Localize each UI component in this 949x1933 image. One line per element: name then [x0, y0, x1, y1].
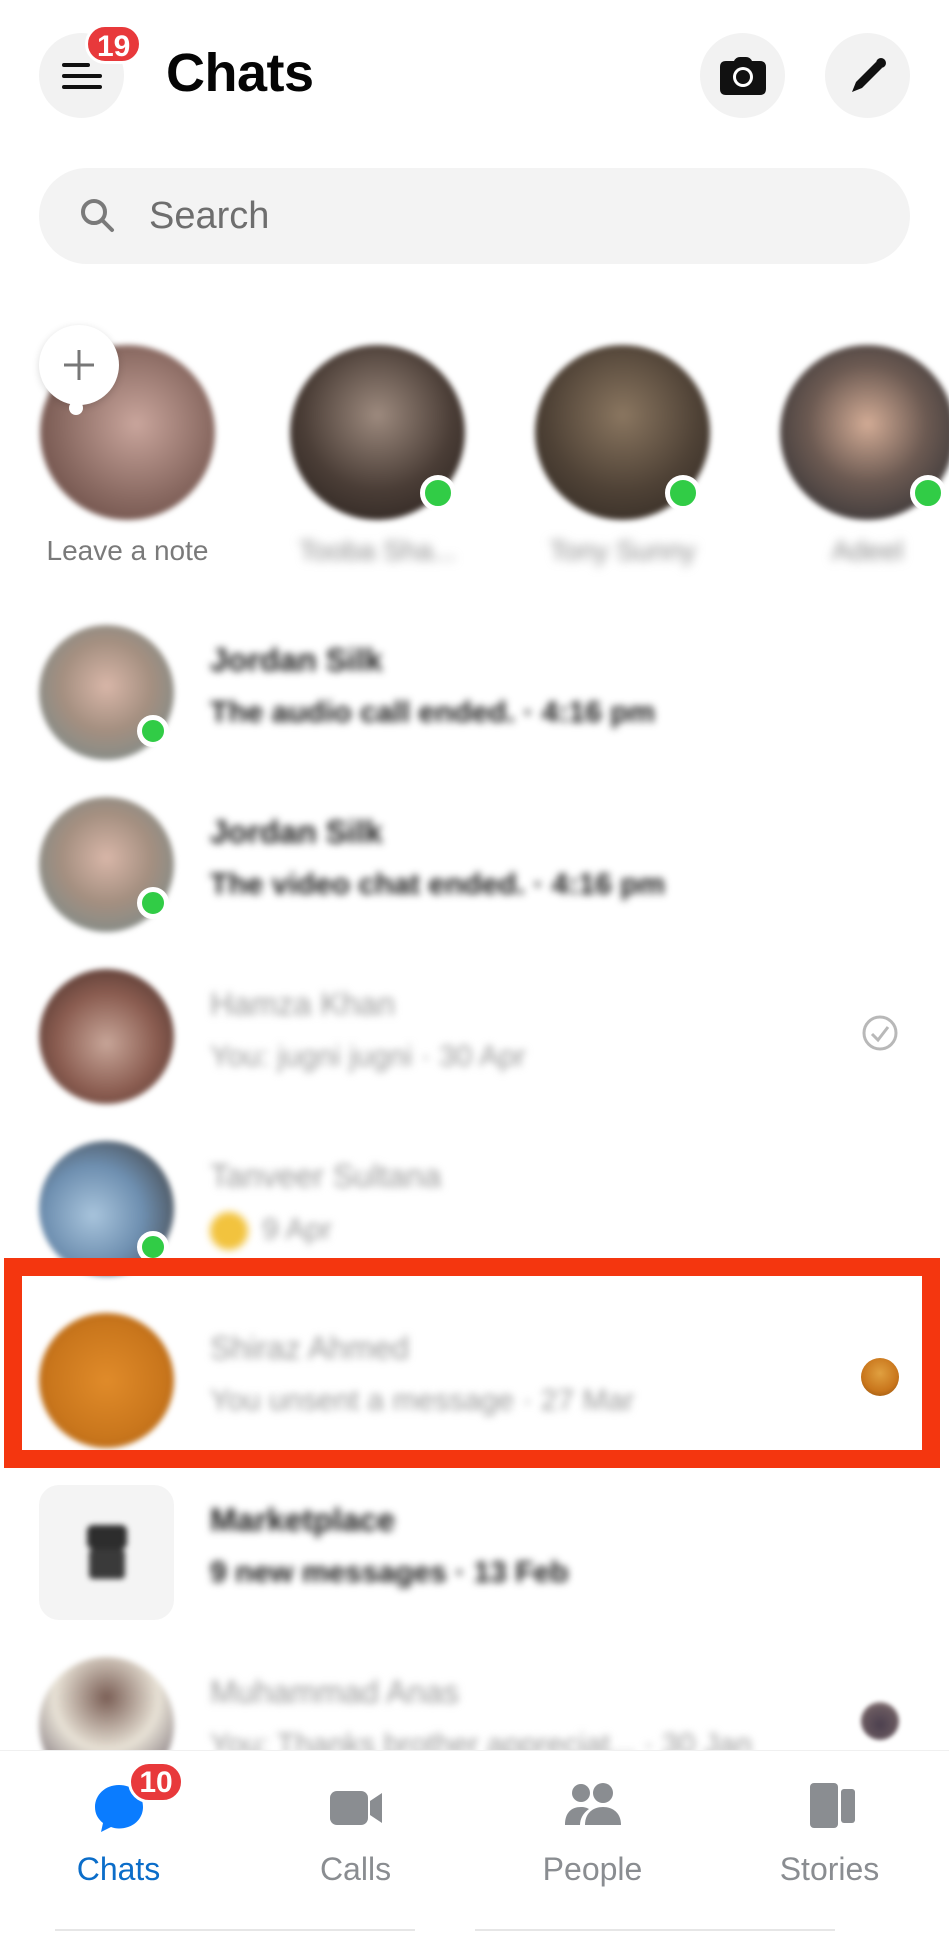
bottom-navigation: 10 Chats Calls People Stories: [0, 1750, 949, 1933]
hamburger-icon: [61, 62, 102, 89]
marketplace-avatar: [39, 1485, 174, 1620]
divider: [475, 1929, 835, 1931]
tab-label: Stories: [779, 1851, 880, 1887]
note-label: Tooba Sha...: [298, 535, 457, 566]
storefront-icon: [86, 1524, 127, 1579]
chat-name: Jordan Silk: [210, 814, 383, 850]
tab-label: Chats: [76, 1851, 161, 1887]
online-indicator: [420, 475, 456, 511]
note-label: Leave a note: [46, 535, 209, 566]
search-bar[interactable]: [39, 168, 910, 264]
chat-row[interactable]: Jordan Silk The video chat ended. · 4:16…: [0, 772, 949, 942]
chat-preview: 9 new messages · 13 Feb: [210, 1556, 569, 1589]
tab-calls[interactable]: Calls: [237, 1751, 474, 1901]
seen-avatar-icon: [861, 1358, 899, 1396]
people-icon: [564, 1783, 621, 1825]
seen-avatar-icon: [861, 1702, 899, 1740]
online-indicator: [137, 887, 169, 919]
chat-preview: You: jugni jugni · 30 Apr: [210, 1040, 526, 1073]
note-label: Adeel: [831, 535, 904, 566]
chat-row[interactable]: Tanveer Sultana 9 Apr: [0, 1116, 949, 1286]
chats-unread-badge: 10: [128, 1761, 184, 1803]
avatar: [39, 969, 174, 1104]
chat-row[interactable]: Jordan Silk The audio call ended. · 4:16…: [0, 600, 949, 770]
online-indicator: [137, 715, 169, 747]
online-indicator: [665, 475, 701, 511]
video-camera-icon: [329, 1791, 382, 1825]
chat-name: Muhammad Anas: [210, 1674, 460, 1710]
note-item[interactable]: Adeel: [780, 335, 949, 575]
camera-icon: [719, 56, 766, 95]
note-item[interactable]: Tony Sunny: [535, 335, 710, 575]
chat-row[interactable]: Hamza Khan You: jugni jugni · 30 Apr: [0, 944, 949, 1114]
note-label: Tony Sunny: [549, 535, 696, 566]
camera-button[interactable]: [700, 33, 785, 118]
chat-preview: The video chat ended. · 4:16 pm: [210, 868, 666, 901]
sent-check-icon: [862, 1015, 898, 1051]
chat-preview: 9 Apr: [210, 1212, 332, 1250]
online-indicator: [137, 1231, 169, 1263]
chat-preview-text: 9 Apr: [262, 1212, 333, 1246]
note-item[interactable]: Tooba Sha...: [290, 335, 465, 575]
chat-row-highlighted[interactable]: Shiraz Ahmed You unsent a message · 27 M…: [0, 1288, 949, 1458]
chat-row[interactable]: Marketplace 9 new messages · 13 Feb: [0, 1460, 949, 1630]
stories-icon: [809, 1783, 855, 1828]
chat-preview: You unsent a message · 27 Mar: [210, 1384, 635, 1417]
compose-button[interactable]: [825, 33, 910, 118]
chat-name: Shiraz Ahmed: [210, 1330, 410, 1366]
page-title: Chats: [166, 43, 314, 103]
pencil-icon: [851, 57, 886, 92]
avatar: [39, 1313, 174, 1448]
chat-name: Hamza Khan: [210, 986, 395, 1022]
search-input[interactable]: [149, 194, 849, 238]
chat-preview: The audio call ended. · 4:16 pm: [210, 696, 656, 729]
chat-name: Jordan Silk: [210, 642, 383, 678]
plus-icon: [64, 350, 94, 380]
search-icon: [81, 199, 114, 232]
tab-chats[interactable]: 10 Chats: [0, 1751, 237, 1901]
header: 19 Chats: [0, 0, 949, 150]
menu-notification-badge: 19: [85, 24, 143, 64]
chat-name: Tanveer Sultana: [210, 1158, 442, 1194]
tab-label: Calls: [319, 1851, 392, 1887]
notes-row: Leave a note Tooba Sha... Tony Sunny Ade…: [0, 335, 949, 575]
tab-label: People: [542, 1851, 643, 1887]
online-indicator: [910, 475, 946, 511]
emoji-icon: [210, 1212, 248, 1250]
chat-name: Marketplace: [210, 1502, 395, 1538]
add-note-button[interactable]: [39, 325, 119, 415]
tab-stories[interactable]: Stories: [711, 1751, 948, 1901]
divider: [55, 1929, 415, 1931]
tab-people[interactable]: People: [474, 1751, 711, 1901]
